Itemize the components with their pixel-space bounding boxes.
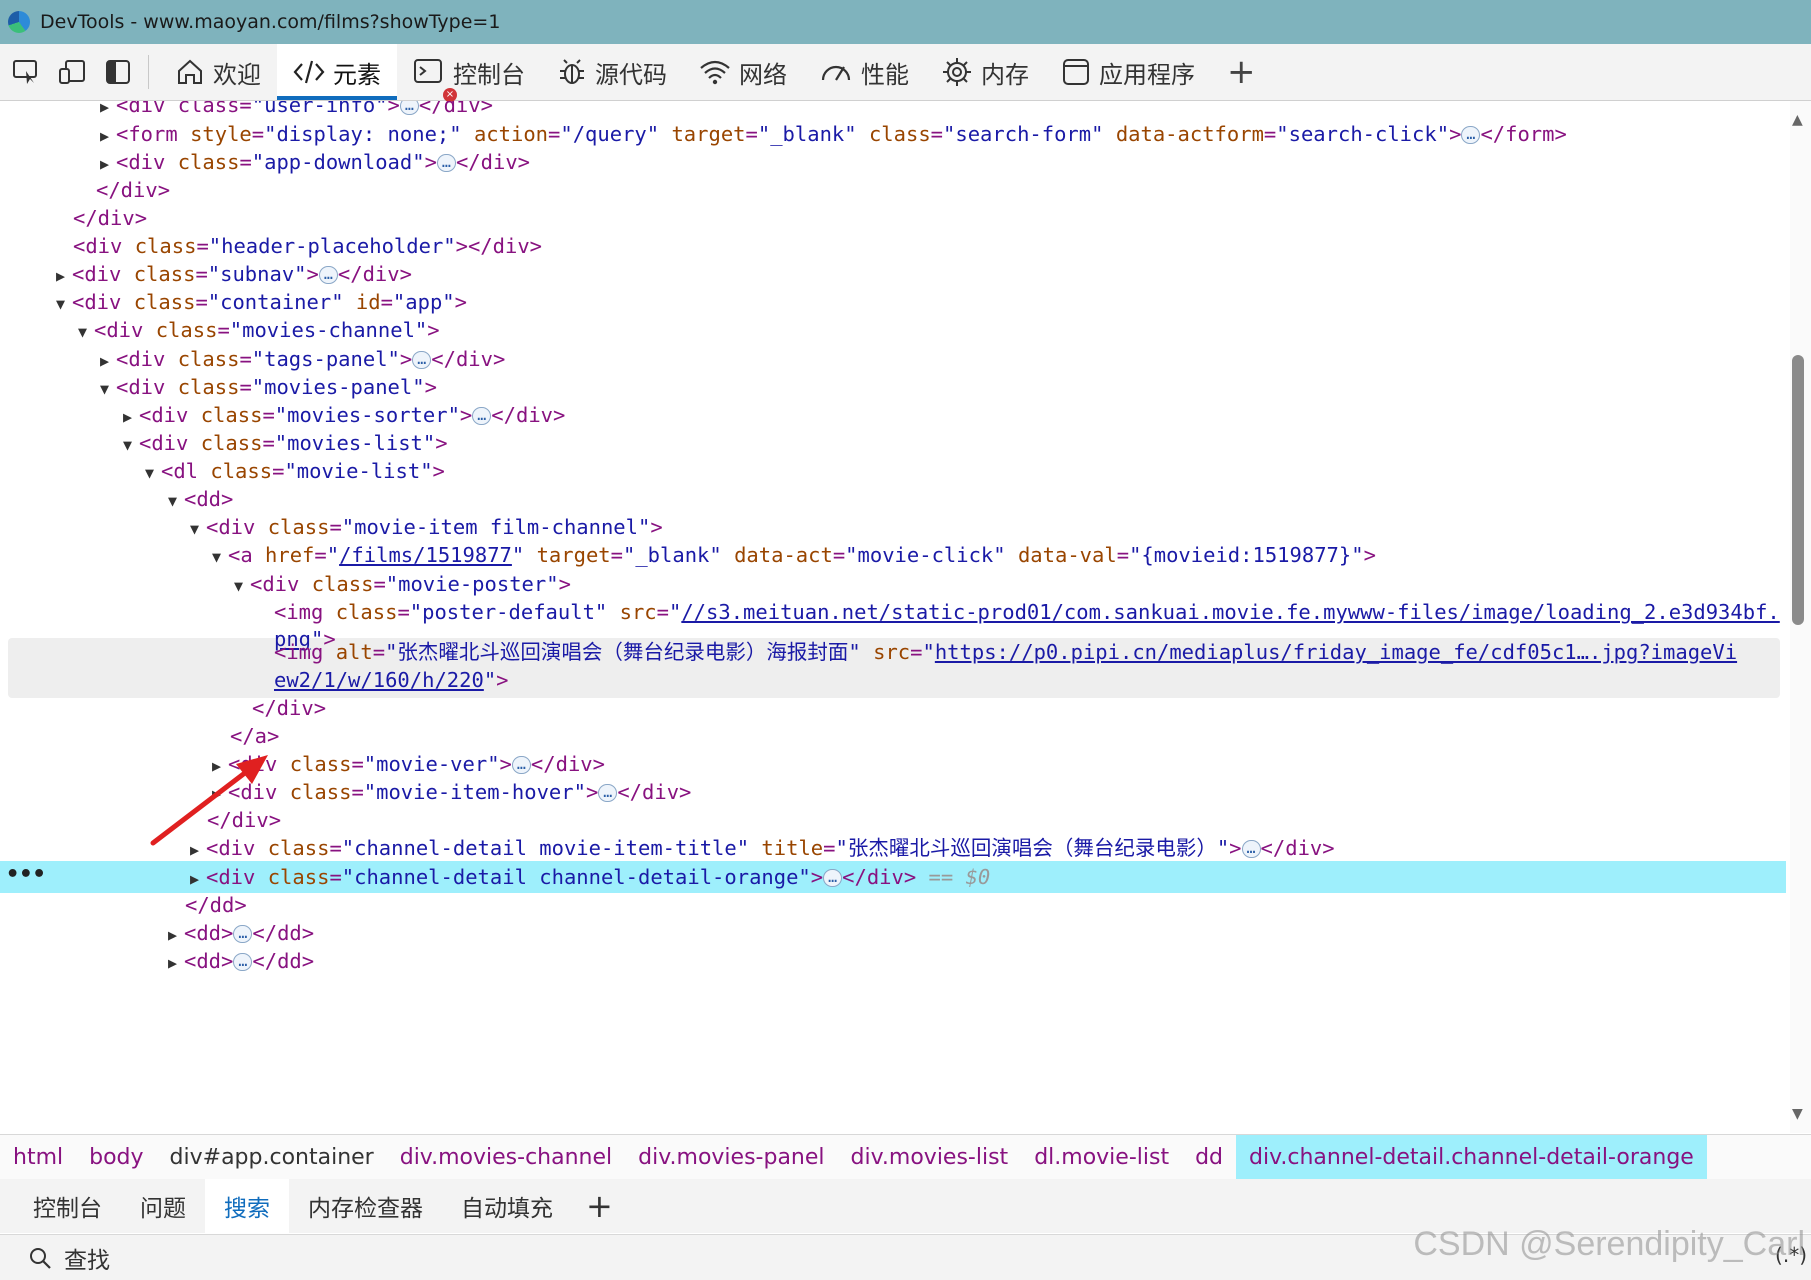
console-reference: $0 [965,865,991,889]
tab-label: 内存 [981,60,1029,89]
tab-label: 性能 [861,60,909,89]
collapsed-content-badge[interactable]: … [399,101,419,115]
tab-label: 源代码 [595,60,667,89]
inspect-element-icon[interactable] [6,50,46,94]
scroll-up-arrow-icon[interactable]: ▲ [1792,112,1803,128]
search-input[interactable]: 查找 [64,1241,110,1275]
tab-label: 网络 [739,60,787,89]
src-link[interactable]: //s3.meituan.net/static-prod01/com.sanku… [681,600,1779,624]
tab-network[interactable]: 网络 [683,44,803,100]
tree-node[interactable]: ▶ <div class="channel-detail movie-item-t… [190,832,1790,864]
application-icon [1061,57,1091,87]
toolbar-separator [148,55,149,89]
src-link[interactable]: https://p0.pipi.cn/mediaplus/friday_imag… [935,640,1737,664]
devtools-toolbar: 欢迎 元素 × 控制台 源代码 网络 性能 内存 应用程序 + [0,44,1811,102]
drawer-tab-autofill[interactable]: 自动填充 [442,1179,572,1233]
drawer-tab-search[interactable]: 搜索 [205,1179,289,1233]
tree-node[interactable]: ▶ <dd>… </dd> [168,945,1790,977]
collapsed-content-badge[interactable]: … [233,953,253,971]
drawer-tab-issues[interactable]: 问题 [121,1179,205,1233]
search-icon [28,1246,52,1270]
tab-performance[interactable]: 性能 [803,44,925,100]
breadcrumb-item[interactable]: html [0,1135,76,1179]
tree-node[interactable]: ▼ <div class="movies-channel"> [78,314,1790,346]
breadcrumb-item[interactable]: div.movies-list [838,1135,1022,1179]
code-icon [293,57,325,87]
add-tab-button[interactable]: + [1211,44,1272,100]
collapsed-content-badge[interactable]: … [233,925,253,943]
tab-console[interactable]: × 控制台 [397,44,541,102]
node-actions-dots[interactable]: ••• [6,861,46,893]
tab-memory[interactable]: 内存 [925,44,1045,100]
tab-label: 欢迎 [213,60,261,89]
breadcrumb-item[interactable]: dd [1182,1135,1236,1179]
error-badge: × [443,88,457,102]
performance-icon [819,58,853,86]
breadcrumb-item[interactable]: div.movies-channel [387,1135,625,1179]
breadcrumb-item[interactable]: div.movies-panel [625,1135,837,1179]
elements-tree[interactable]: ••• ▶ <div class="user-info">… </div> ▶ <fo… [0,101,1790,1133]
collapsed-content-badge[interactable]: … [1241,840,1261,858]
href-link[interactable]: /films/1519877 [339,543,512,567]
drawer-tab-console[interactable]: 控制台 [14,1179,121,1233]
tab-label: 元素 [333,60,381,89]
tab-sources[interactable]: 源代码 [541,44,683,100]
tree-node[interactable]: ▼ <a href="/films/1519877" target="_blank… [212,539,1790,571]
collapsed-content-badge[interactable]: … [472,407,492,425]
scroll-down-arrow-icon[interactable]: ▼ [1792,1106,1803,1122]
tab-welcome[interactable]: 欢迎 [159,44,277,100]
device-emulation-icon[interactable] [52,50,92,94]
collapsed-content-badge[interactable]: … [511,756,531,774]
edge-browser-icon [8,11,30,33]
tab-elements[interactable]: 元素 [277,44,397,100]
collapsed-content-badge[interactable]: … [436,154,456,172]
window-title: DevTools - www.maoyan.com/films?showType… [40,11,501,33]
collapsed-content-badge[interactable]: … [823,869,843,887]
drawer-tab-memory-inspector[interactable]: 内存检查器 [289,1179,442,1233]
breadcrumb-item[interactable]: dl.movie-list [1021,1135,1182,1179]
collapsed-content-badge[interactable]: … [598,784,618,802]
dock-side-icon[interactable] [98,50,138,94]
bug-icon [557,57,587,87]
collapsed-content-badge[interactable]: … [318,266,338,284]
breadcrumb-item[interactable]: div#app.container [157,1135,387,1179]
src-link[interactable]: ew2/1/w/160/h/220 [274,668,484,692]
console-icon: × [413,57,457,102]
breadcrumb: html body div#app.container div.movies-c… [0,1134,1811,1180]
memory-icon [941,56,973,88]
breadcrumb-item-selected[interactable]: div.channel-detail.channel-detail-orange [1236,1135,1707,1179]
tab-application[interactable]: 应用程序 [1045,44,1211,100]
watermark: CSDN @Serendipity_Carl [1413,1225,1805,1263]
breadcrumb-item[interactable]: body [76,1135,156,1179]
tab-label: 控制台 [453,60,525,89]
wifi-icon [699,58,731,86]
scrollbar-thumb[interactable] [1792,355,1804,625]
window-titlebar: DevTools - www.maoyan.com/films?showType… [0,0,1811,44]
tab-label: 应用程序 [1099,60,1195,89]
home-icon [175,57,205,87]
collapsed-content-badge[interactable]: … [412,351,432,369]
collapsed-content-badge[interactable]: … [1461,126,1481,144]
drawer-add-tab-button[interactable]: + [572,1187,627,1225]
